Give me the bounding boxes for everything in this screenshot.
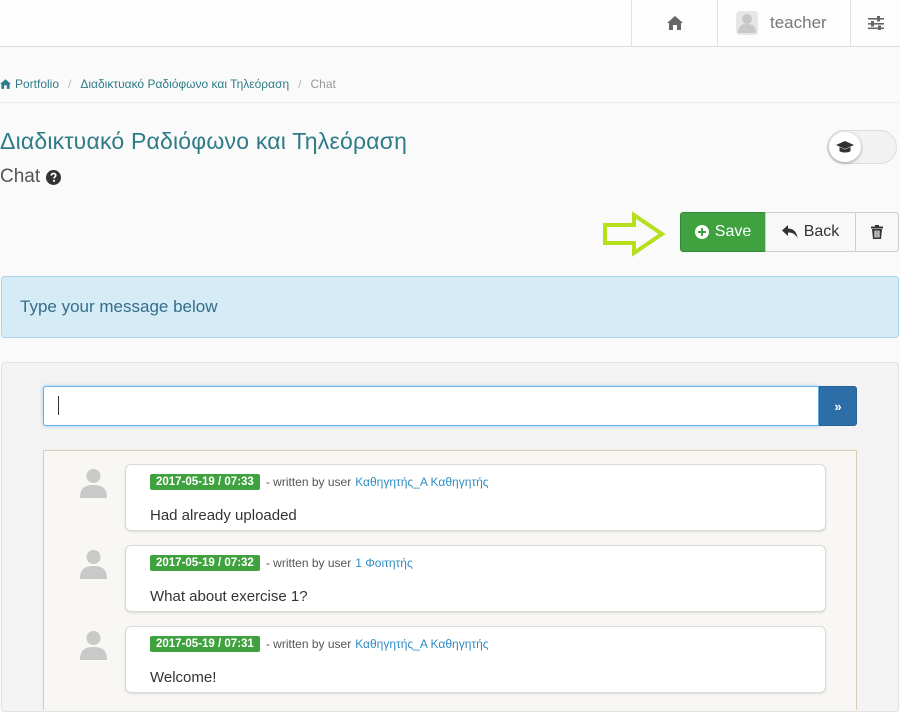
breadcrumb-portfolio-link[interactable]: Portfolio — [15, 77, 59, 91]
breadcrumb-separator: / — [298, 77, 302, 91]
message-written-by: - written by user — [265, 637, 352, 651]
message-list: 2017-05-19 / 07:33 - written by user Καθ… — [43, 450, 857, 710]
user-avatar-icon — [80, 631, 107, 660]
nav-settings-button[interactable] — [850, 0, 900, 46]
teacher-mode-toggle[interactable] — [827, 130, 897, 164]
sliders-icon — [868, 16, 884, 30]
message-meta: 2017-05-19 / 07:32 - written by user 1 Φ… — [150, 555, 413, 571]
info-alert: Type your message below — [1, 276, 899, 338]
message-meta: 2017-05-19 / 07:31 - written by user Καθ… — [150, 636, 489, 652]
delete-button[interactable] — [855, 212, 899, 252]
breadcrumb: Portfolio / Διαδικτυακό Ραδιόφωνο και Τη… — [0, 75, 336, 93]
message-written-by: - written by user — [265, 475, 352, 489]
back-button-label: Back — [803, 223, 840, 240]
message-author-link[interactable]: 1 Φοιτητής — [355, 556, 413, 570]
message-item: 2017-05-19 / 07:31 - written by user Καθ… — [125, 626, 826, 693]
back-button[interactable]: Back — [765, 212, 856, 252]
message-text: Welcome! — [150, 669, 217, 686]
trash-icon — [871, 225, 883, 239]
toggle-knob — [829, 132, 861, 162]
breadcrumb-current: Chat — [310, 77, 336, 91]
divider — [0, 102, 900, 103]
text-cursor — [58, 396, 59, 415]
send-message-button[interactable]: » — [819, 386, 857, 426]
breadcrumb-separator: / — [68, 77, 72, 91]
save-button-label: Save — [714, 223, 752, 240]
message-text: What about exercise 1? — [150, 588, 308, 605]
user-avatar-icon — [80, 469, 107, 498]
chat-message-input[interactable] — [43, 386, 819, 426]
page-title: Διαδικτυακό Ραδιόφωνο και Τηλεόραση — [0, 128, 408, 154]
nav-user-name: teacher — [770, 13, 827, 32]
page-subtitle-text: Chat — [0, 166, 41, 187]
message-author-link[interactable]: Καθηγητής_Α Καθηγητής — [355, 475, 488, 489]
home-icon — [0, 79, 11, 89]
message-written-by: - written by user — [265, 556, 352, 570]
reply-icon — [781, 225, 798, 238]
message-date-badge: 2017-05-19 / 07:33 — [150, 474, 260, 490]
message-text: Had already uploaded — [150, 507, 297, 524]
info-alert-text: Type your message below — [20, 297, 218, 316]
home-icon — [667, 16, 683, 30]
message-meta: 2017-05-19 / 07:33 - written by user Καθ… — [150, 474, 489, 490]
user-avatar-icon — [80, 550, 107, 579]
page-subtitle: Chat — [0, 166, 62, 188]
nav-user-menu[interactable]: teacher — [717, 0, 850, 46]
user-avatar-icon — [736, 11, 758, 35]
message-item: 2017-05-19 / 07:33 - written by user Καθ… — [125, 464, 826, 531]
nav-home-button[interactable] — [631, 0, 718, 46]
plus-circle-icon — [694, 225, 709, 239]
top-navbar: teacher — [0, 0, 900, 47]
breadcrumb-course-link[interactable]: Διαδικτυακό Ραδιόφωνο και Τηλεόραση — [80, 77, 289, 91]
message-date-badge: 2017-05-19 / 07:31 — [150, 636, 260, 652]
message-author-link[interactable]: Καθηγητής_Α Καθηγητής — [355, 637, 488, 651]
annotation-arrow-icon — [603, 211, 666, 257]
message-date-badge: 2017-05-19 / 07:32 — [150, 555, 260, 571]
message-item: 2017-05-19 / 07:32 - written by user 1 Φ… — [125, 545, 826, 612]
help-icon[interactable] — [46, 169, 62, 185]
graduation-cap-icon — [836, 140, 854, 152]
save-button[interactable]: Save — [680, 212, 766, 252]
